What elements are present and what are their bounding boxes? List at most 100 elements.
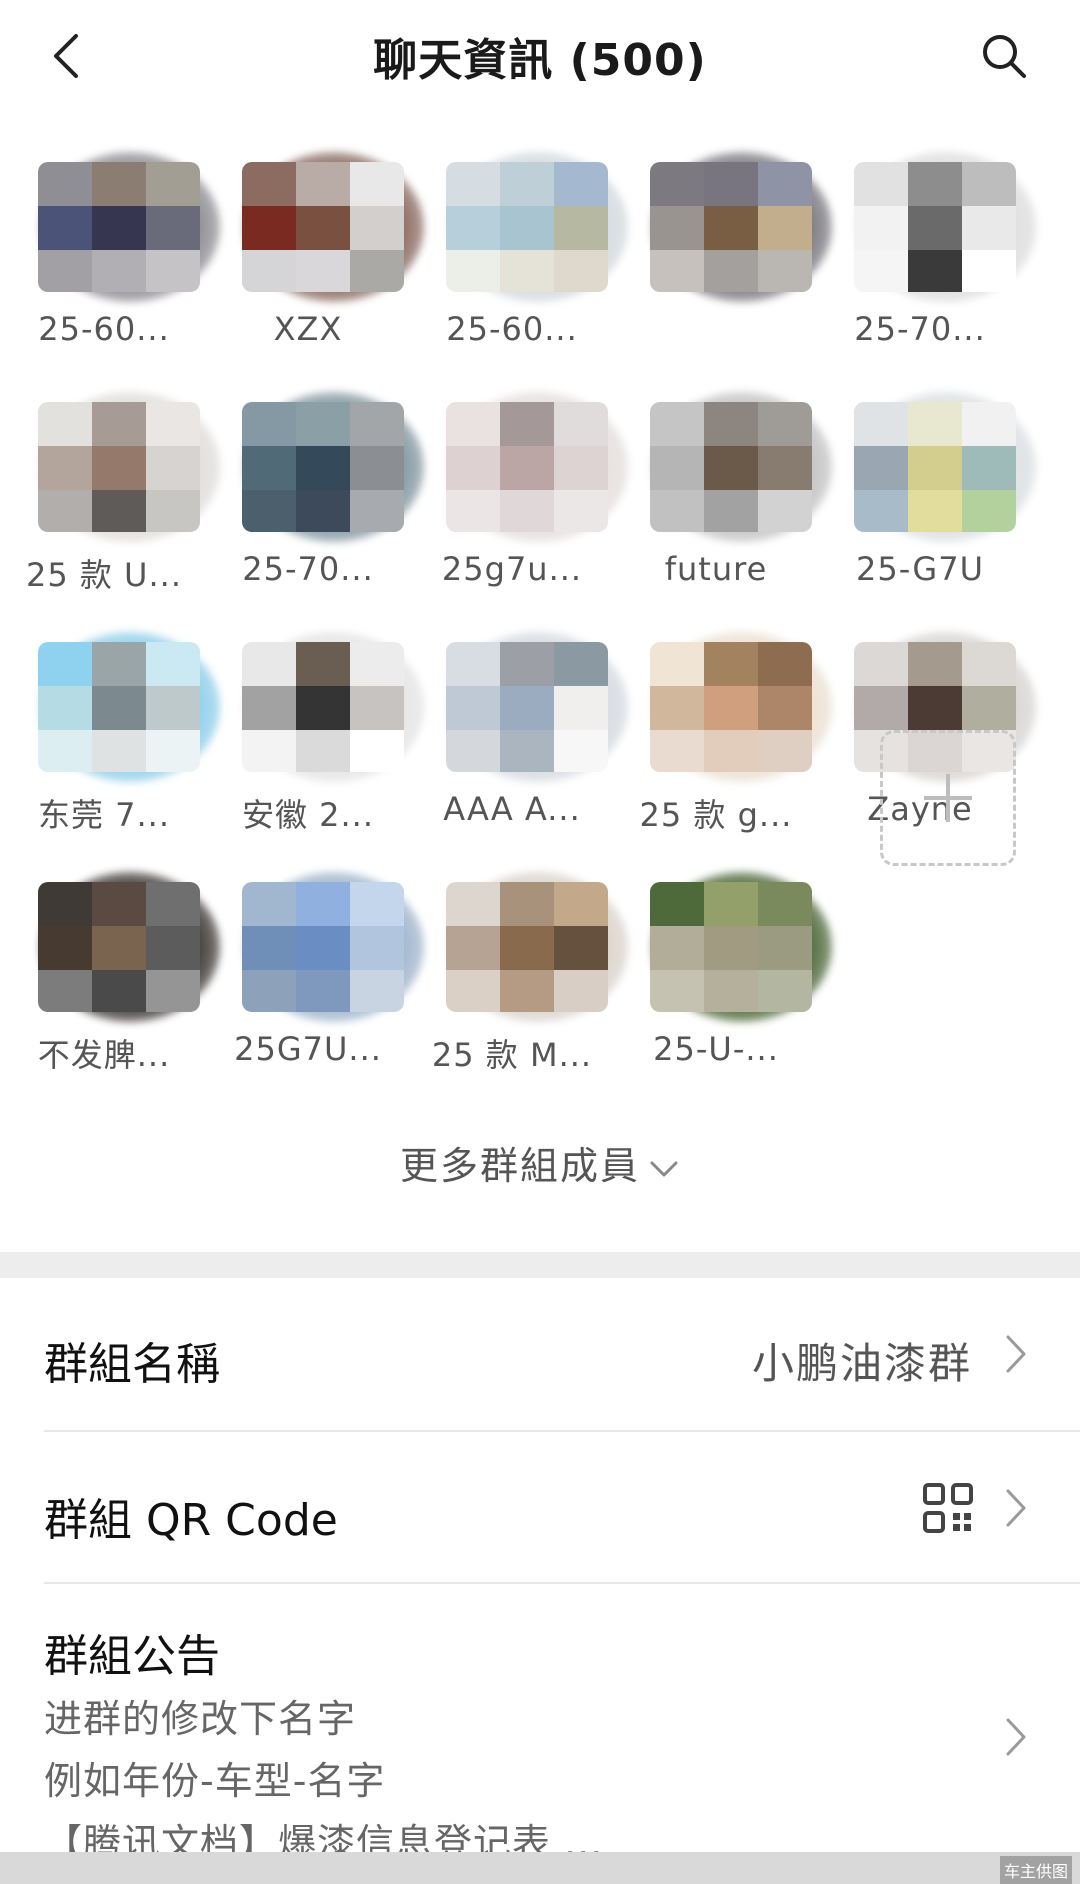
mosaic-pixel: [92, 206, 146, 250]
mosaic-pixel: [500, 490, 554, 532]
group-announcement-label: 群組公告: [44, 1631, 220, 1682]
mosaic-pixel: [350, 882, 404, 926]
avatar-mosaic: [650, 402, 812, 532]
mosaic-pixel: [350, 446, 404, 490]
mosaic-pixel: [962, 642, 1016, 686]
mosaic-pixel: [962, 162, 1016, 206]
mosaic-pixel: [446, 970, 500, 1012]
member-name: 25 款 g...: [639, 796, 793, 834]
mosaic-pixel: [758, 686, 812, 730]
member-item[interactable]: 不发脾...: [0, 870, 220, 1080]
mosaic-pixel: [554, 206, 608, 250]
avatar: [640, 630, 844, 786]
member-item[interactable]: 25-70...: [816, 150, 1036, 360]
member-item[interactable]: future: [612, 390, 832, 600]
mosaic-pixel: [242, 730, 296, 772]
member-item[interactable]: 25-G7U: [816, 390, 1036, 600]
avatar: [844, 150, 1048, 306]
avatar-mosaic: [446, 402, 608, 532]
mosaic-pixel: [446, 490, 500, 532]
mosaic-pixel: [554, 970, 608, 1012]
member-item[interactable]: AAA A...: [408, 630, 628, 840]
mosaic-pixel: [350, 490, 404, 532]
member-item[interactable]: 25-U-...: [612, 870, 832, 1080]
mosaic-pixel: [758, 642, 812, 686]
avatar: [640, 870, 844, 1026]
mosaic-pixel: [296, 446, 350, 490]
add-member-button[interactable]: [880, 730, 1016, 866]
back-button[interactable]: [40, 28, 90, 84]
member-item[interactable]: 25 款 U...: [0, 390, 220, 600]
mosaic-pixel: [146, 402, 200, 446]
mosaic-pixel: [92, 446, 146, 490]
search-button[interactable]: [976, 28, 1032, 84]
mosaic-pixel: [500, 446, 554, 490]
chevron-right-icon: [1006, 1489, 1026, 1527]
avatar-mosaic: [38, 882, 200, 1012]
mosaic-pixel: [650, 642, 704, 686]
mosaic-pixel: [146, 730, 200, 772]
mosaic-pixel: [554, 162, 608, 206]
mosaic-pixel: [554, 642, 608, 686]
member-item[interactable]: 25G7U...: [204, 870, 424, 1080]
group-name-row[interactable]: 群組名稱 小鹏油漆群: [0, 1278, 1080, 1430]
mosaic-pixel: [758, 970, 812, 1012]
member-item[interactable]: 东莞 7...: [0, 630, 220, 840]
member-item[interactable]: 25-70...: [204, 390, 424, 600]
group-name-label: 群組名稱: [44, 1339, 220, 1390]
member-name: 25-G7U: [855, 550, 984, 588]
mosaic-pixel: [296, 162, 350, 206]
avatar: [436, 870, 640, 1026]
mosaic-pixel: [758, 730, 812, 772]
mosaic-pixel: [554, 250, 608, 292]
mosaic-pixel: [500, 642, 554, 686]
mosaic-pixel: [650, 686, 704, 730]
mosaic-pixel: [704, 206, 758, 250]
mosaic-pixel: [92, 926, 146, 970]
mosaic-pixel: [446, 250, 500, 292]
avatar: [28, 630, 232, 786]
mosaic-pixel: [296, 730, 350, 772]
member-item[interactable]: 25g7u...: [408, 390, 628, 600]
mosaic-pixel: [38, 926, 92, 970]
mosaic-pixel: [446, 730, 500, 772]
group-qr-row[interactable]: 群組 QR Code: [0, 1432, 1080, 1582]
member-item[interactable]: 25 款 g...: [612, 630, 832, 840]
mosaic-pixel: [242, 446, 296, 490]
mosaic-pixel: [704, 926, 758, 970]
mosaic-pixel: [350, 250, 404, 292]
member-name: 25G7U...: [234, 1030, 382, 1068]
member-item[interactable]: 25 款 M...: [408, 870, 628, 1080]
group-announcement-row[interactable]: 群組公告 进群的修改下名字 例如年份-车型-名字 【腾讯文档】爆漆信息登记表 .…: [0, 1584, 1080, 1865]
mosaic-pixel: [500, 250, 554, 292]
mosaic-pixel: [146, 926, 200, 970]
mosaic-pixel: [38, 970, 92, 1012]
mosaic-pixel: [350, 206, 404, 250]
watermark: 车主供图: [999, 1856, 1072, 1884]
mosaic-pixel: [758, 206, 812, 250]
announcement-line: 进群的修改下名字: [44, 1697, 357, 1741]
mosaic-pixel: [650, 882, 704, 926]
mosaic-pixel: [92, 402, 146, 446]
mosaic-pixel: [296, 686, 350, 730]
mosaic-pixel: [650, 446, 704, 490]
member-item[interactable]: 25-60...: [0, 150, 220, 360]
mosaic-pixel: [908, 162, 962, 206]
mosaic-pixel: [758, 250, 812, 292]
more-members-label: 更多群組成員: [399, 1144, 640, 1188]
more-members-button[interactable]: 更多群組成員: [0, 1135, 1080, 1190]
avatar: [28, 390, 232, 546]
mosaic-pixel: [962, 402, 1016, 446]
mosaic-pixel: [554, 490, 608, 532]
avatar-mosaic: [38, 162, 200, 292]
mosaic-pixel: [38, 642, 92, 686]
mosaic-pixel: [500, 926, 554, 970]
member-item[interactable]: 安徽 2...: [204, 630, 424, 840]
section-gap: [0, 1252, 1080, 1278]
mosaic-pixel: [962, 446, 1016, 490]
member-item[interactable]: 25-60...: [408, 150, 628, 360]
mosaic-pixel: [146, 882, 200, 926]
mosaic-pixel: [704, 250, 758, 292]
member-item[interactable]: [612, 150, 832, 360]
member-item[interactable]: XZX: [204, 150, 424, 360]
